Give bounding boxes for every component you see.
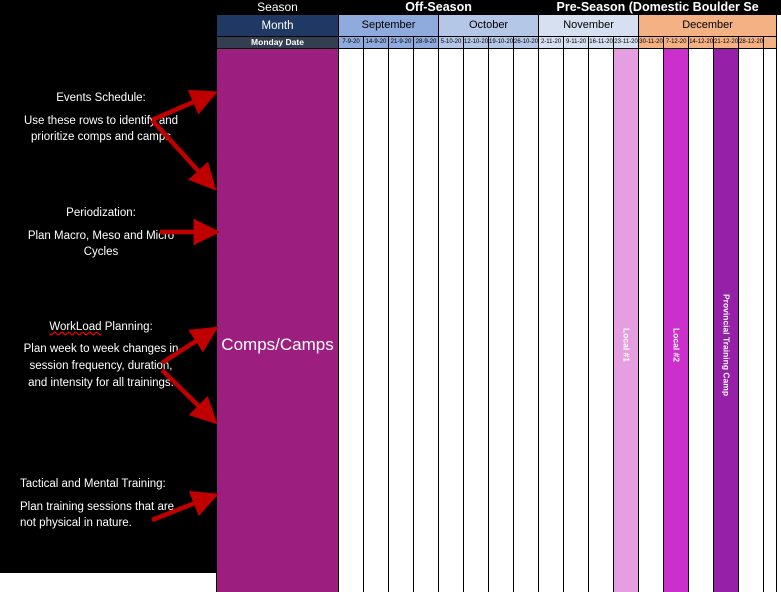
- monday-date-cell[interactable]: 5-10-20: [438, 36, 465, 50]
- event-cell[interactable]: Local #2: [663, 48, 690, 592]
- monday-date-cell[interactable]: 2-11-20: [538, 36, 565, 50]
- monday-date-cell[interactable]: 14-12-20: [688, 36, 715, 50]
- comps-empty-cell[interactable]: [763, 48, 778, 592]
- comps-empty-cell[interactable]: [563, 48, 590, 592]
- month-cell-september[interactable]: September: [338, 14, 440, 38]
- comps-empty-cell[interactable]: [588, 48, 615, 592]
- row-monday-date: Monday Date 7-9-20 14-9-20 21-9-20 28-9-20 5-…: [215, 36, 781, 50]
- monday-date-cell[interactable]: 16-11-20: [588, 36, 615, 50]
- season-cell-clip: [776, 0, 781, 16]
- monday-date-cell[interactable]: 21-12-20: [713, 36, 740, 50]
- event-cell[interactable]: Local #1: [613, 48, 640, 592]
- comps-camps-label: Comps/Camps: [215, 48, 340, 592]
- callout-body: Plan Macro, Meso and Micro Cycles: [27, 229, 175, 259]
- monday-date-cell[interactable]: 14-9-20: [363, 36, 390, 50]
- callout-periodization: Periodization: Plan Macro, Meso and Micr…: [8, 196, 194, 270]
- callout-title: WorkLoad Planning:: [20, 319, 182, 336]
- event-label: Local #1: [621, 328, 632, 363]
- comps-empty-cell[interactable]: [738, 48, 765, 592]
- callout-title-rest: Planning:: [101, 320, 153, 333]
- row-month: Month September October November December: [215, 14, 781, 38]
- callout-body: Use these rows to identify and prioritiz…: [23, 114, 179, 144]
- callout-body: Plan week to week changes in session fre…: [23, 343, 179, 389]
- comps-empty-cell[interactable]: [488, 48, 515, 592]
- comps-empty-cell[interactable]: [538, 48, 565, 592]
- month-cell-november[interactable]: November: [538, 14, 640, 38]
- training-plan-spreadsheet[interactable]: Season Off-Season Pre-Season (Domestic Bou…: [215, 0, 781, 592]
- event-label: Provincial Training Camp: [721, 294, 732, 397]
- season-label: Season: [215, 0, 340, 16]
- callout-body: Plan training sessions that are not phys…: [20, 500, 175, 530]
- monday-date-cell[interactable]: 9-11-20: [563, 36, 590, 50]
- comps-empty-cell[interactable]: [338, 48, 365, 592]
- row-season: Season Off-Season Pre-Season (Domestic Bou…: [215, 0, 781, 16]
- row-comps-camps: Comps/Camps Local #1 Local #2 Provincial Tr…: [215, 48, 781, 592]
- comps-empty-cell[interactable]: [513, 48, 540, 592]
- month-cell-december[interactable]: December: [638, 14, 778, 38]
- callout-tactical-mental-training: Tactical and Mental Training: Plan train…: [8, 448, 194, 560]
- monday-date-cell[interactable]: 19-10-20: [488, 36, 515, 50]
- callout-workload-planning: WorkLoad Planning: Plan week to week cha…: [8, 290, 194, 420]
- monday-date-cell[interactable]: 30-11-20: [638, 36, 665, 50]
- comps-empty-cell[interactable]: [463, 48, 490, 592]
- comps-empty-cell[interactable]: [638, 48, 665, 592]
- month-label: Month: [215, 14, 340, 38]
- screenshot-root: Season Off-Season Pre-Season (Domestic Bou…: [0, 0, 781, 592]
- monday-date-cell[interactable]: 23-11-20: [613, 36, 640, 50]
- event-cell[interactable]: Provincial Training Camp: [713, 48, 740, 592]
- monday-date-cell[interactable]: 12-10-20: [463, 36, 490, 50]
- event-label: Local #2: [671, 328, 682, 363]
- comps-empty-cell[interactable]: [363, 48, 390, 592]
- monday-date-cell[interactable]: 21-9-20: [388, 36, 415, 50]
- monday-date-label: Monday Date: [215, 36, 340, 50]
- comps-empty-cell[interactable]: [688, 48, 715, 592]
- callout-title: Tactical and Mental Training:: [20, 477, 166, 490]
- monday-date-cell[interactable]: 28-9-20: [413, 36, 440, 50]
- comps-empty-cell[interactable]: [438, 48, 465, 592]
- monday-date-cell[interactable]: 7-9-20: [338, 36, 365, 50]
- callout-title: Periodization:: [66, 206, 136, 219]
- season-cell-1: Pre-Season (Domestic Boulder Se: [538, 0, 778, 16]
- monday-date-cell[interactable]: 26-10-20: [513, 36, 540, 50]
- monday-date-cell[interactable]: 28-12-20: [738, 36, 765, 50]
- callout-title: Events Schedule:: [56, 91, 146, 104]
- misspelled-word: WorkLoad: [49, 320, 102, 333]
- monday-date-cell[interactable]: [763, 36, 778, 50]
- callout-events-schedule: Events Schedule: Use these rows to ident…: [8, 62, 194, 174]
- month-cell-october[interactable]: October: [438, 14, 540, 38]
- season-cell-0: Off-Season: [338, 0, 540, 16]
- monday-date-cell[interactable]: 7-12-20: [663, 36, 690, 50]
- comps-empty-cell[interactable]: [413, 48, 440, 592]
- comps-empty-cell[interactable]: [388, 48, 415, 592]
